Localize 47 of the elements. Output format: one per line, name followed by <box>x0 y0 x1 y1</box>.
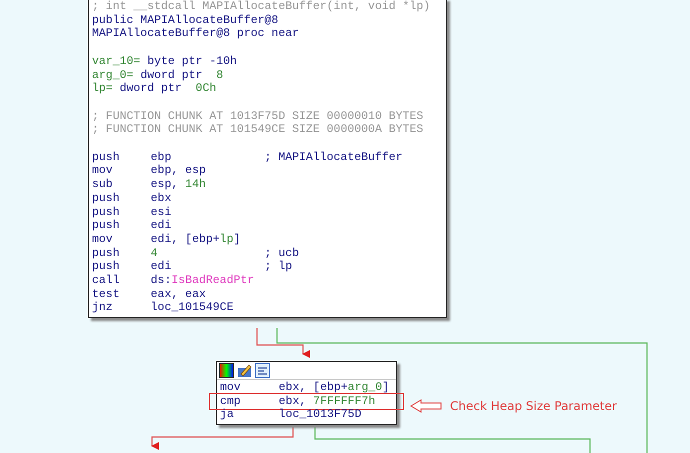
declaration-line: arg_0= dword ptr 8 <box>92 68 224 82</box>
instruction-mnemonic: ja <box>220 408 235 422</box>
instruction-operands: edi <box>150 260 172 274</box>
instruction-mnemonic: sub <box>92 178 114 192</box>
comment-line: ; int __stdcall MAPIAllocateBuffer(int, void *lp) <box>92 0 430 14</box>
instruction-comment: ; ucb <box>264 246 300 260</box>
instruction-mnemonic: push <box>92 192 121 206</box>
instruction-operands: ds:IsBadReadPtr <box>150 274 254 288</box>
instruction-operands: edi, [ebp+lp] <box>150 232 240 247</box>
instruction-mnemonic: mov <box>220 381 242 395</box>
instruction-mnemonic: push <box>92 206 121 220</box>
instruction-mnemonic: cmp <box>220 394 242 408</box>
instruction-operands: esi <box>150 206 172 220</box>
false-branch-edge <box>256 328 310 358</box>
instruction-comment: ; lp <box>264 260 292 274</box>
hollow-arrow-icon <box>410 399 442 413</box>
color-palette-icon[interactable] <box>219 363 234 378</box>
instruction-mnemonic: push <box>92 260 121 274</box>
instruction-mnemonic: test <box>92 288 121 302</box>
annotation-label: Check Heap Size Parameter <box>450 399 617 413</box>
instruction-mnemonic: jnz <box>92 301 114 316</box>
instruction-operands: loc_1013F75D <box>278 408 362 422</box>
graph-view-icon[interactable] <box>255 363 270 378</box>
instruction-operands: eax, eax <box>150 288 206 302</box>
declaration-line: public MAPIAllocateBuffer@8 <box>92 14 278 28</box>
instruction-mnemonic: call <box>92 274 121 288</box>
instruction-comment: ; MAPIAllocateBuffer <box>264 150 403 164</box>
instruction-mnemonic: push <box>92 150 121 164</box>
instruction-operands: ebx, 7FFFFFF7h <box>278 394 376 408</box>
instruction-operands: edi <box>150 219 172 233</box>
instruction-mnemonic: push <box>92 219 121 233</box>
instruction-operands: 4 <box>150 246 159 260</box>
instruction-operands: esp, 14h <box>150 178 206 192</box>
pencil-icon[interactable] <box>237 363 252 378</box>
instruction-operands: ebp, esp <box>150 164 206 178</box>
instruction-operands: ebx, [ebp+arg_0] <box>278 381 390 395</box>
instruction-mnemonic: mov <box>92 232 114 247</box>
comment-line: ; FUNCTION CHUNK AT 1013F75D SIZE 00000010 BYTES <box>92 110 424 124</box>
instruction-mnemonic: push <box>92 246 121 260</box>
declaration-line: var_10= byte ptr -10h <box>92 54 237 69</box>
instruction-operands: ebp <box>150 150 172 164</box>
declaration-line: lp= dword ptr 0Ch <box>92 82 216 96</box>
declaration-line: MAPIAllocateBuffer@8 proc near <box>92 27 300 42</box>
instruction-operands: ebx <box>150 192 172 206</box>
comment-line: ; FUNCTION CHUNK AT 101549CE SIZE 0000000A BYTES <box>92 123 424 138</box>
instruction-operands: loc_101549CE <box>150 301 234 316</box>
instruction-mnemonic: mov <box>92 164 114 178</box>
